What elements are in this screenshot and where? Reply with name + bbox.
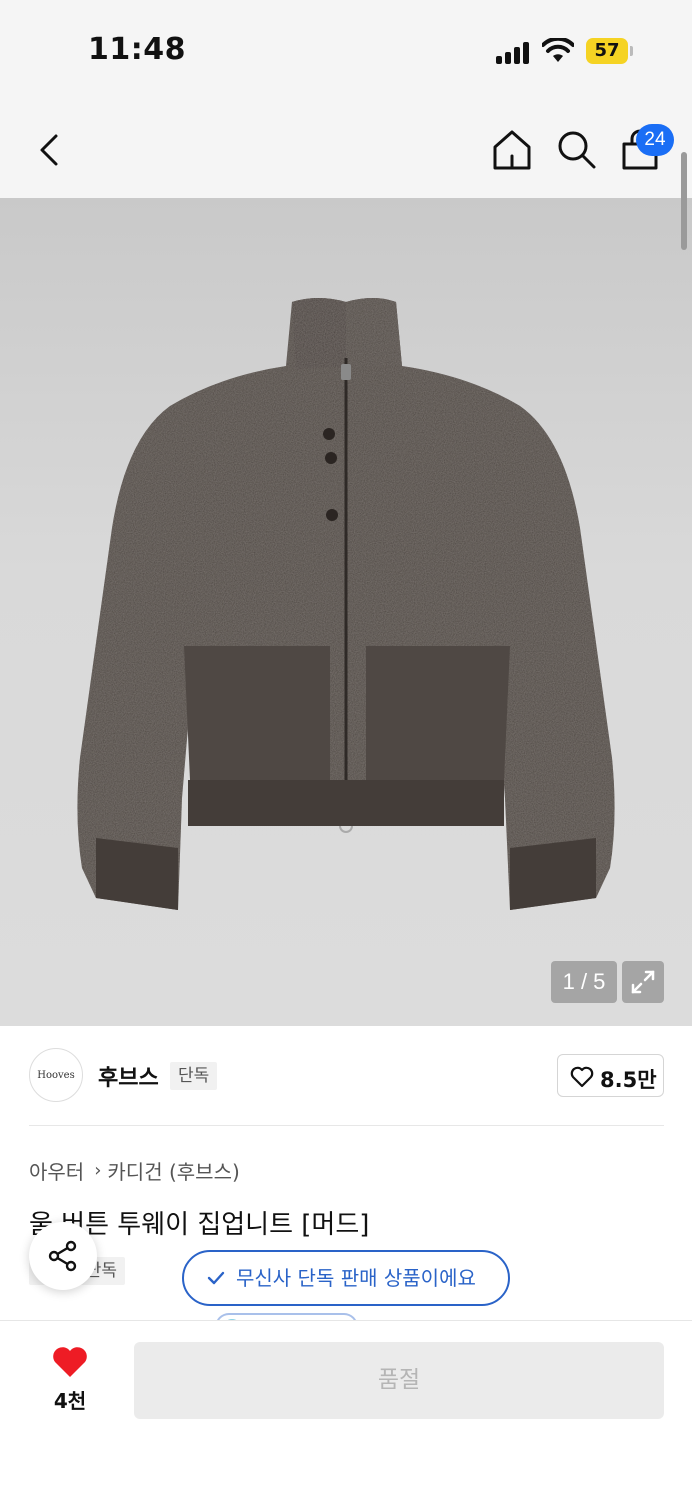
home-icon[interactable] <box>490 128 534 172</box>
scrollbar[interactable] <box>681 152 687 250</box>
chevron-right-icon: › <box>94 1160 102 1181</box>
brand-name[interactable]: 후브스 <box>98 1060 159 1092</box>
heart-filled-icon <box>53 1347 87 1377</box>
breadcrumb: 아우터 › 카디건 (후브스) <box>29 1156 240 1185</box>
battery-tip <box>630 46 633 56</box>
brand-like-button[interactable]: 8.5만 <box>557 1054 664 1097</box>
back-icon[interactable] <box>30 130 70 170</box>
product-photo <box>77 298 615 910</box>
signal-icon <box>496 42 532 64</box>
breadcrumb-item-cardigan[interactable]: 카디건 (후브스) <box>107 1160 239 1184</box>
brand-like-count: 8.5만 <box>600 1068 657 1092</box>
cart-count-badge: 24 <box>636 124 674 156</box>
check-icon <box>207 1271 225 1285</box>
wifi-icon <box>542 38 574 62</box>
search-icon[interactable] <box>555 128 597 172</box>
heart-outline-icon <box>570 1066 594 1088</box>
share-button[interactable] <box>29 1222 97 1290</box>
expand-image-button[interactable] <box>622 961 664 1003</box>
expand-icon <box>631 970 655 994</box>
battery-icon: 57 <box>586 38 628 64</box>
wishlist-count: 4천 <box>53 1389 87 1413</box>
top-nav <box>0 100 692 198</box>
image-page-indicator: 1 / 5 <box>551 961 617 1003</box>
wishlist-button[interactable]: 4천 <box>40 1345 100 1415</box>
status-bar: 11:48 57 <box>0 0 692 100</box>
product-image[interactable] <box>0 198 692 1026</box>
divider <box>29 1125 664 1126</box>
brand-logo[interactable]: Hooves <box>29 1048 83 1102</box>
share-icon <box>48 1240 77 1272</box>
brand-exclusive-tag: 단독 <box>170 1062 218 1090</box>
sold-out-button[interactable]: 품절 <box>134 1342 664 1419</box>
breadcrumb-item-outer[interactable]: 아우터 <box>29 1160 84 1184</box>
status-time: 11:48 <box>88 32 186 67</box>
exclusive-notice-pill[interactable]: 무신사 단독 판매 상품이에요 <box>182 1250 510 1306</box>
exclusive-notice-text: 무신사 단독 판매 상품이에요 <box>236 1266 476 1290</box>
